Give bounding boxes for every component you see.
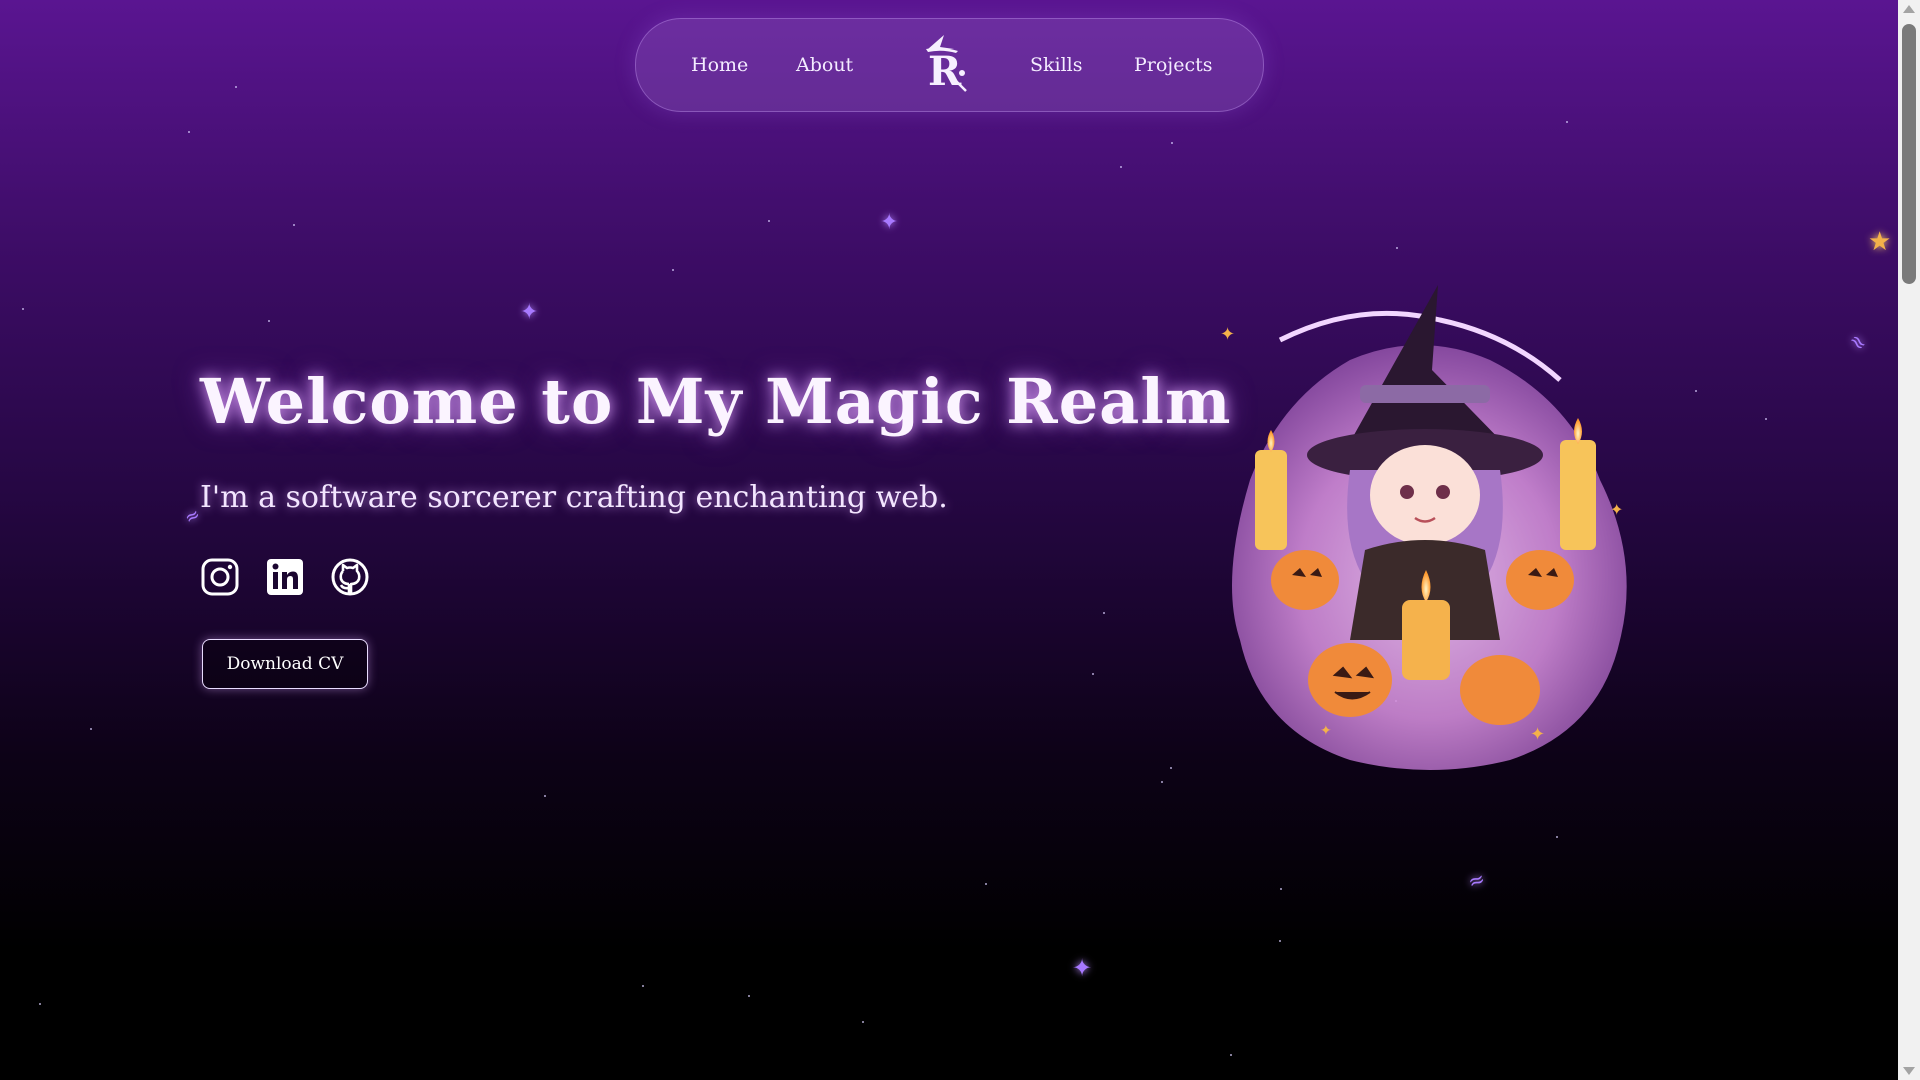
nav-link-home[interactable]: Home [691, 19, 748, 111]
linkedin-icon[interactable] [265, 557, 305, 597]
vertical-scrollbar[interactable] [1898, 0, 1920, 1080]
star-dot [862, 1021, 864, 1023]
star-dot [1280, 888, 1282, 890]
star-dot [22, 308, 24, 310]
nav-link-projects[interactable]: Projects [1134, 19, 1212, 111]
star-dot [1092, 673, 1094, 675]
star-dot [1566, 121, 1568, 123]
svg-text:✦: ✦ [1220, 324, 1235, 345]
sparkle-icon: ✦ [1072, 954, 1093, 982]
scroll-up-arrow-icon[interactable] [1903, 5, 1915, 13]
top-navbar: Home About R Skills Projects [635, 18, 1264, 112]
shooting-star-icon: ≈ [1843, 327, 1873, 357]
star-dot [748, 995, 750, 997]
star-dot [39, 1003, 41, 1005]
nav-link-skills[interactable]: Skills [1030, 19, 1083, 111]
star-dot [1103, 612, 1105, 614]
star-dot [1396, 247, 1398, 249]
svg-text:✦: ✦ [1610, 500, 1623, 519]
star-dot [1170, 767, 1172, 769]
star-dot [1120, 166, 1122, 168]
star-dot [1230, 1054, 1232, 1056]
sparkle-icon: ✦ [880, 210, 899, 235]
star-dot [1161, 781, 1163, 783]
star-dot [1765, 418, 1767, 420]
star-dot [642, 985, 644, 987]
nav-link-about[interactable]: About [796, 19, 853, 111]
download-cv-button[interactable]: Download CV [202, 639, 368, 689]
star-dot [235, 86, 237, 88]
svg-text:R: R [928, 48, 962, 95]
hero-title: Welcome to My Magic Realm [200, 365, 1232, 438]
sparkle-icon: ★ [1868, 227, 1892, 257]
social-links [200, 557, 370, 597]
svg-text:✦: ✦ [1530, 724, 1545, 745]
witch-hat-r-logo-icon[interactable]: R [918, 33, 970, 95]
star-dot [1556, 836, 1558, 838]
hero-subtitle: I'm a software sorcerer crafting enchant… [200, 480, 948, 515]
star-dot [188, 131, 190, 133]
github-icon[interactable] [330, 557, 370, 597]
instagram-icon[interactable] [200, 557, 240, 597]
star-dot [985, 883, 987, 885]
star-dot [293, 224, 295, 226]
sparkle-icon: ✦ [520, 300, 539, 325]
star-dot [1171, 142, 1173, 144]
scroll-down-arrow-icon[interactable] [1903, 1067, 1915, 1075]
star-dot [1279, 940, 1281, 942]
star-dot [768, 220, 770, 222]
star-dot [672, 269, 674, 271]
star-dot [1695, 390, 1697, 392]
svg-text:✦: ✦ [1320, 723, 1332, 739]
scrollbar-thumb[interactable] [1902, 24, 1916, 284]
witch-with-pumpkins-and-candles-illustration: ✦ ✦ ✦ ✦ [1180, 280, 1670, 790]
star-dot [90, 728, 92, 730]
shooting-star-icon: ≈ [1464, 865, 1489, 895]
star-dot [544, 795, 546, 797]
star-dot [268, 320, 270, 322]
